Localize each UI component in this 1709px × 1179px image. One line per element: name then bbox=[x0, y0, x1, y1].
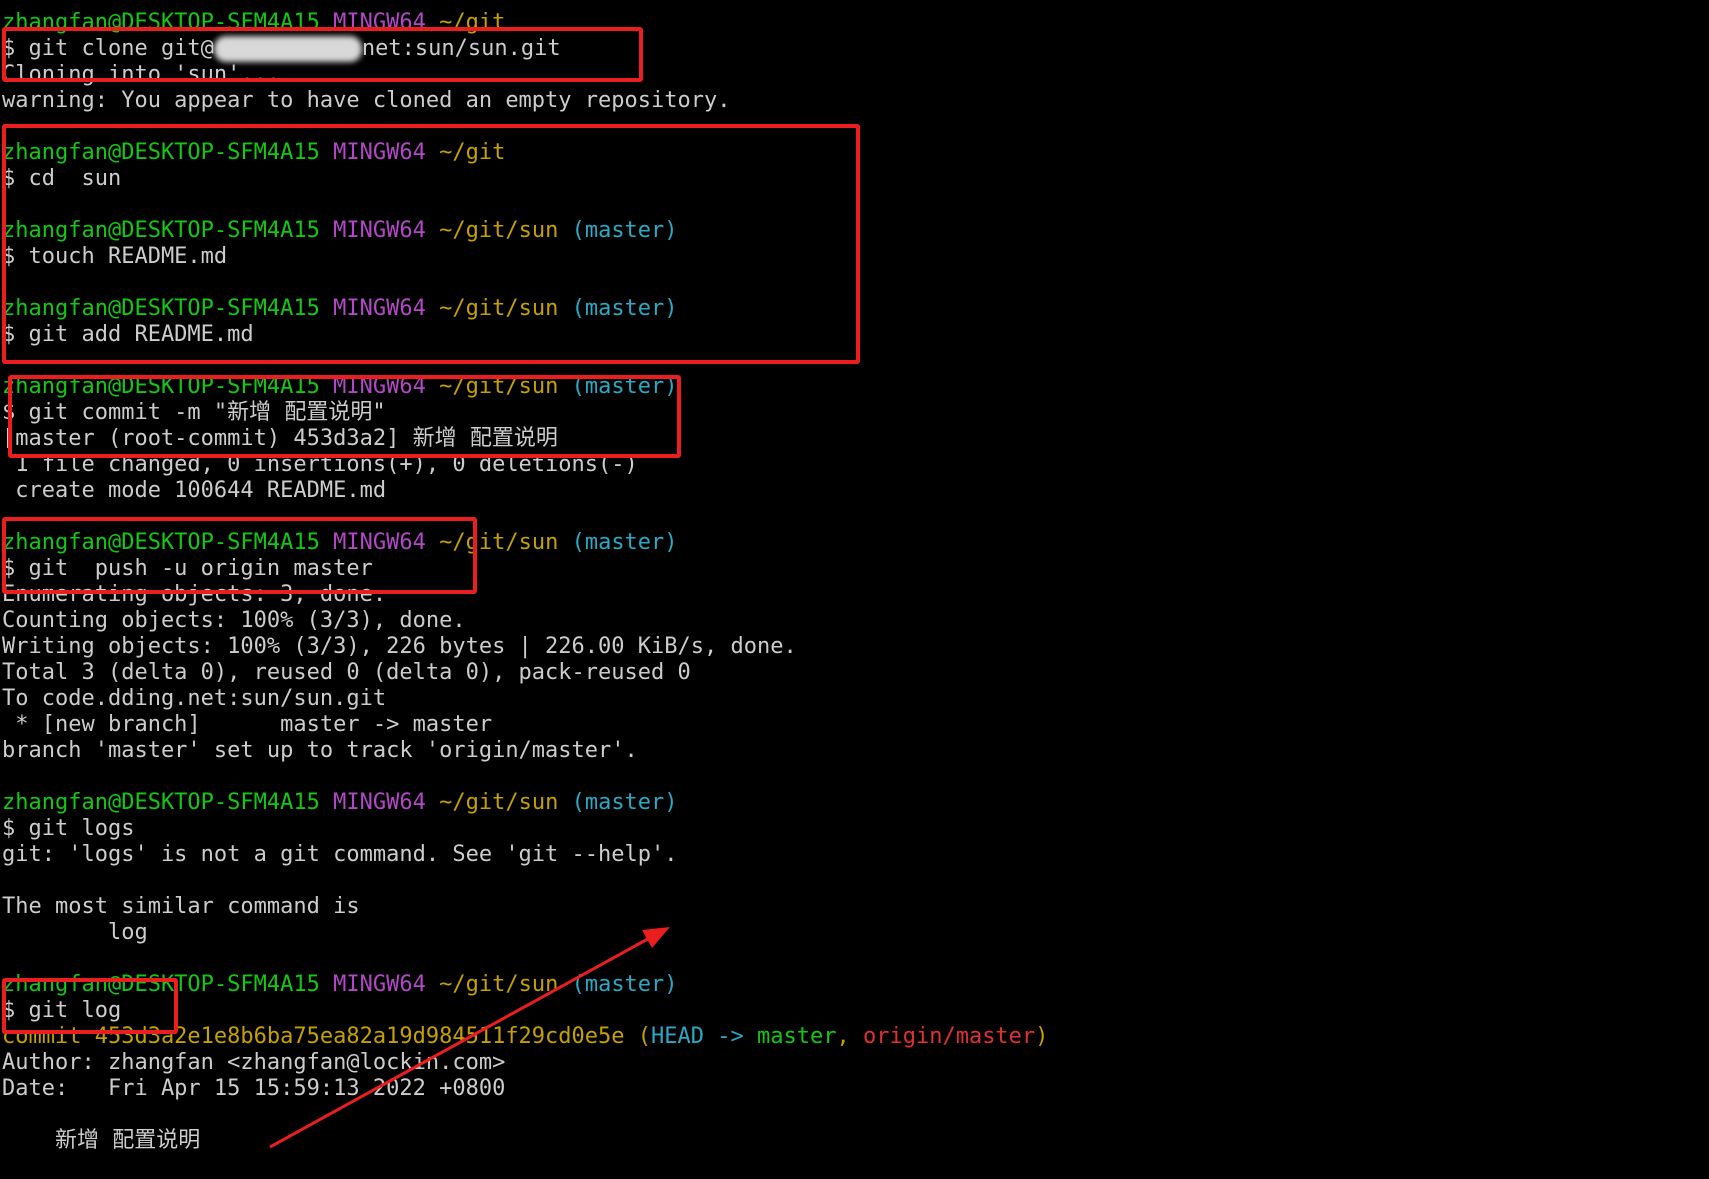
prompt-branch: (master) bbox=[571, 374, 678, 399]
output-line: Total 3 (delta 0), reused 0 (delta 0), p… bbox=[2, 660, 691, 685]
output-line: [master (root-commit) 453d3a2] 新增 配置说明 bbox=[2, 426, 558, 451]
prompt-line: zhangfan@DESKTOP-SFM4A15 MINGW64 ~/git/s… bbox=[2, 972, 1709, 998]
output-line: warning: You appear to have cloned an em… bbox=[2, 88, 731, 113]
prompt-user-host: zhangfan@DESKTOP-SFM4A15 bbox=[2, 530, 320, 555]
prompt-user-host: zhangfan@DESKTOP-SFM4A15 bbox=[2, 10, 320, 35]
output-line: Cloning into 'sun'... bbox=[2, 62, 281, 87]
prompt-branch: (master) bbox=[571, 972, 678, 997]
prompt-shell: MINGW64 bbox=[333, 530, 426, 555]
output-line: Counting objects: 100% (3/3), done. bbox=[2, 608, 466, 633]
prompt-user-host: zhangfan@DESKTOP-SFM4A15 bbox=[2, 296, 320, 321]
remote-branch-ref: origin/master bbox=[862, 1024, 1036, 1049]
output-line: 新增 配置说明 bbox=[2, 1128, 201, 1153]
prompt-line: zhangfan@DESKTOP-SFM4A15 MINGW64 ~/git/s… bbox=[2, 374, 1709, 400]
prompt-line: zhangfan@DESKTOP-SFM4A15 MINGW64 ~/git bbox=[2, 140, 1709, 166]
prompt-path: ~/git/sun bbox=[439, 374, 559, 399]
head-ref: HEAD -> bbox=[651, 1024, 744, 1049]
prompt-branch: (master) bbox=[571, 218, 678, 243]
output-line: Date: Fri Apr 15 15:59:13 2022 +0800 bbox=[2, 1076, 506, 1101]
output-line: log bbox=[2, 920, 148, 945]
output-line: git: 'logs' is not a git command. See 'g… bbox=[2, 842, 678, 867]
command-line: $ touch README.md bbox=[2, 244, 228, 269]
output-line: * [new branch] master -> master bbox=[2, 712, 493, 737]
command-line: $ git log bbox=[2, 998, 122, 1023]
prompt-path: ~/git/sun bbox=[439, 296, 559, 321]
clone-command-prefix: $ git clone git@ bbox=[2, 36, 214, 61]
output-line: To code.dding.net:sun/sun.git bbox=[2, 686, 387, 711]
prompt-user-host: zhangfan@DESKTOP-SFM4A15 bbox=[2, 972, 320, 997]
commit-hash: commit 453d3a2e1e8b6ba75ea82a19d984511f2… bbox=[2, 1024, 625, 1049]
prompt-shell: MINGW64 bbox=[333, 218, 426, 243]
prompt-path: ~/git bbox=[439, 140, 506, 165]
redacted-host bbox=[213, 36, 362, 62]
command-line: $ git push -u origin master bbox=[2, 556, 373, 581]
prompt-shell: MINGW64 bbox=[333, 140, 426, 165]
prompt-shell: MINGW64 bbox=[333, 10, 426, 35]
output-line: Author: zhangfan <zhangfan@lockin.com> bbox=[2, 1050, 506, 1075]
output-line: 1 file changed, 0 insertions(+), 0 delet… bbox=[2, 452, 638, 477]
terminal-window[interactable]: zhangfan@DESKTOP-SFM4A15 MINGW64 ~/git $… bbox=[0, 0, 1709, 1179]
output-line: Enumerating objects: 3, done. bbox=[2, 582, 387, 607]
command-line: $ git commit -m "新增 配置说明" bbox=[2, 400, 386, 425]
prompt-shell: MINGW64 bbox=[333, 790, 426, 815]
output-line: Writing objects: 100% (3/3), 226 bytes |… bbox=[2, 634, 797, 659]
prompt-line: zhangfan@DESKTOP-SFM4A15 MINGW64 ~/git/s… bbox=[2, 790, 1709, 816]
prompt-user-host: zhangfan@DESKTOP-SFM4A15 bbox=[2, 374, 320, 399]
ref-paren-open: ( bbox=[637, 1024, 652, 1049]
prompt-branch: (master) bbox=[571, 790, 678, 815]
ref-comma: , bbox=[836, 1024, 850, 1049]
clone-command-suffix: net:sun/sun.git bbox=[361, 36, 561, 61]
prompt-shell: MINGW64 bbox=[333, 296, 426, 321]
prompt-line: zhangfan@DESKTOP-SFM4A15 MINGW64 ~/git bbox=[2, 10, 1709, 36]
prompt-branch: (master) bbox=[571, 530, 678, 555]
prompt-shell: MINGW64 bbox=[333, 972, 426, 997]
prompt-path: ~/git/sun bbox=[439, 790, 559, 815]
prompt-user-host: zhangfan@DESKTOP-SFM4A15 bbox=[2, 218, 320, 243]
command-line: $ git clone git@ net:sun/sun.git bbox=[2, 36, 1709, 62]
prompt-line: zhangfan@DESKTOP-SFM4A15 MINGW64 ~/git/s… bbox=[2, 296, 1709, 322]
commit-line: commit 453d3a2e1e8b6ba75ea82a19d984511f2… bbox=[2, 1024, 1709, 1050]
command-line: $ git logs bbox=[2, 816, 135, 841]
prompt-path: ~/git/sun bbox=[439, 530, 559, 555]
output-line: create mode 100644 README.md bbox=[2, 478, 387, 503]
prompt-user-host: zhangfan@DESKTOP-SFM4A15 bbox=[2, 790, 320, 815]
prompt-user-host: zhangfan@DESKTOP-SFM4A15 bbox=[2, 140, 320, 165]
ref-paren-close: ) bbox=[1035, 1024, 1049, 1049]
output-line: The most similar command is bbox=[2, 894, 360, 919]
prompt-path: ~/git/sun bbox=[439, 218, 559, 243]
output-line: branch 'master' set up to track 'origin/… bbox=[2, 738, 638, 763]
prompt-path: ~/git/sun bbox=[439, 972, 559, 997]
prompt-branch: (master) bbox=[571, 296, 678, 321]
command-line: $ git add README.md bbox=[2, 322, 254, 347]
prompt-shell: MINGW64 bbox=[333, 374, 426, 399]
local-branch-ref: master bbox=[757, 1024, 837, 1049]
prompt-path: ~/git bbox=[439, 10, 506, 35]
prompt-line: zhangfan@DESKTOP-SFM4A15 MINGW64 ~/git/s… bbox=[2, 530, 1709, 556]
prompt-line: zhangfan@DESKTOP-SFM4A15 MINGW64 ~/git/s… bbox=[2, 218, 1709, 244]
command-line: $ cd sun bbox=[2, 166, 122, 191]
